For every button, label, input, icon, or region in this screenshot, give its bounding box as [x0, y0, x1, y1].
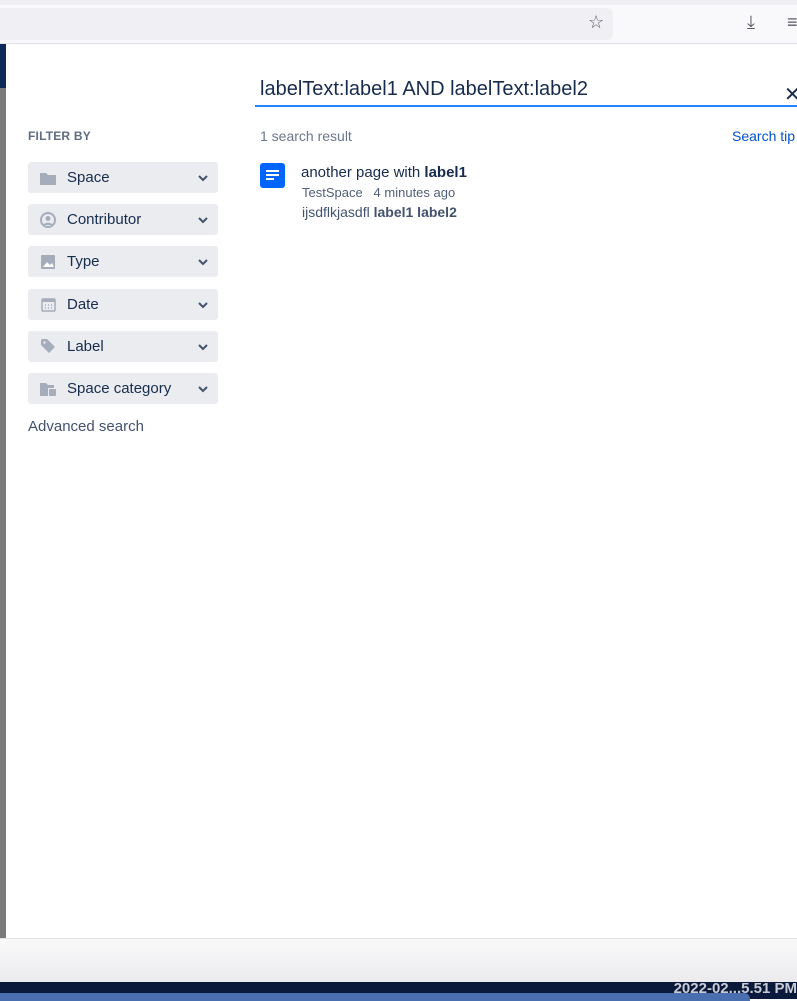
result-space: TestSpace — [302, 185, 363, 200]
filter-space[interactable]: Space — [28, 162, 218, 193]
filter-label: Label — [67, 338, 104, 355]
chevron-down-icon — [198, 343, 208, 350]
menu-icon[interactable]: ≡ — [787, 13, 797, 31]
filter-contributor[interactable]: Contributor — [28, 204, 218, 235]
result-time: 4 minutes ago — [373, 185, 456, 200]
chevron-down-icon — [198, 216, 208, 223]
folder-category-icon — [40, 381, 56, 397]
search-tips-link[interactable]: Search tip — [732, 128, 795, 144]
result-title-text: another page with — [301, 164, 425, 181]
filter-label: Space — [67, 169, 110, 186]
chevron-down-icon — [198, 301, 208, 308]
page-icon — [260, 163, 285, 188]
person-icon — [40, 211, 56, 228]
filter-label: Space category — [67, 380, 172, 397]
browser-toolbar: ☆ ⤓ ≡ — [0, 0, 797, 44]
close-icon[interactable]: ✕ — [784, 82, 797, 107]
filter-label: Date — [67, 296, 99, 313]
filter-space-category[interactable]: Space category — [28, 373, 218, 404]
folder-icon — [40, 170, 56, 186]
advanced-search-link[interactable]: Advanced search — [28, 418, 144, 435]
calendar-icon — [40, 297, 56, 313]
result-meta: TestSpace 4 minutes ago — [302, 185, 455, 200]
tag-icon — [40, 339, 56, 355]
search-modal: labelText:label1 AND labelText:label2 ✕ … — [6, 44, 797, 938]
search-underline — [255, 105, 797, 107]
filter-heading: FILTER BY — [28, 129, 91, 143]
image-icon — [40, 254, 56, 270]
download-icon[interactable]: ⤓ — [747, 13, 755, 31]
chevron-down-icon — [198, 385, 208, 392]
url-bar[interactable] — [0, 8, 613, 40]
clock: 2022-02...5.51 PM — [673, 980, 797, 997]
filter-date[interactable]: Date — [28, 289, 218, 320]
excerpt-highlight: label1 label2 — [373, 204, 457, 220]
result-title-highlight: label1 — [424, 164, 467, 181]
filter-label[interactable]: Label — [28, 331, 218, 362]
dock — [0, 993, 750, 1001]
filter-label: Contributor — [67, 211, 142, 228]
search-input[interactable]: labelText:label1 AND labelText:label2 — [260, 78, 588, 101]
filter-type[interactable]: Type — [28, 246, 218, 277]
chevron-down-icon — [198, 174, 208, 181]
result-excerpt: ijsdflkjasdfl label1 label2 — [302, 204, 457, 220]
excerpt-text: ijsdflkjasdfl — [302, 204, 374, 220]
browser-bottom-bar — [0, 938, 797, 982]
result-count: 1 search result — [260, 128, 352, 144]
chevron-down-icon — [198, 258, 208, 265]
taskbar: 2022-02...5.51 PM — [0, 980, 797, 1001]
filter-label: Type — [67, 253, 100, 270]
star-icon[interactable]: ☆ — [588, 13, 604, 31]
result-title[interactable]: another page with label1 — [301, 164, 467, 181]
